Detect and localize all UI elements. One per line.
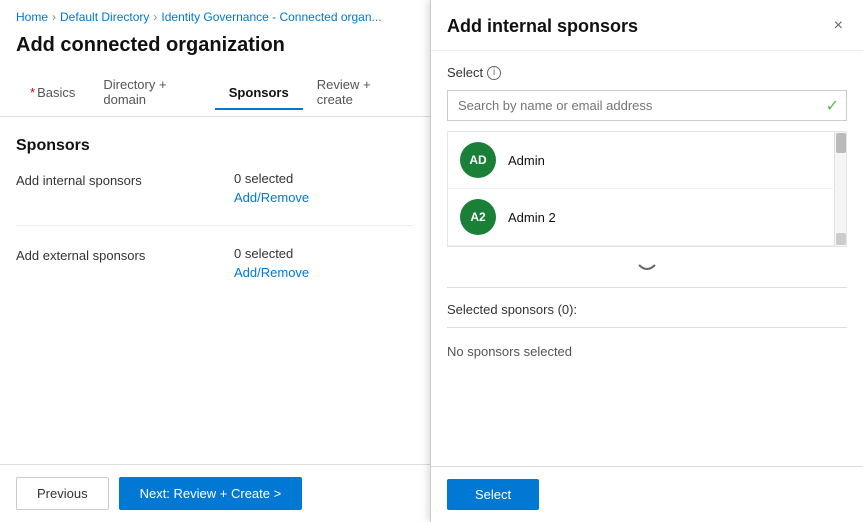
breadcrumb-home[interactable]: Home bbox=[16, 10, 48, 24]
content-area: Sponsors Add internal sponsors 0 selecte… bbox=[0, 117, 430, 464]
page-title: Add connected organization bbox=[0, 30, 430, 69]
external-sponsors-label: Add external sponsors bbox=[16, 246, 234, 263]
main-panel: Home › Default Directory › Identity Gove… bbox=[0, 0, 430, 522]
divider-top bbox=[447, 287, 847, 288]
user-avatar-a2: A2 bbox=[460, 199, 496, 235]
search-container: ✓ bbox=[447, 90, 847, 121]
modal-body: Select i ✓ AD Admin A2 Admin 2 bbox=[431, 51, 863, 466]
modal-panel: Add internal sponsors × Select i ✓ AD Ad… bbox=[430, 0, 863, 522]
tab-sponsors[interactable]: Sponsors bbox=[215, 77, 303, 110]
user-item-admin2[interactable]: A2 Admin 2 bbox=[448, 189, 846, 246]
user-name-admin2: Admin 2 bbox=[508, 210, 556, 225]
previous-button[interactable]: Previous bbox=[16, 477, 109, 510]
select-button[interactable]: Select bbox=[447, 479, 539, 510]
tab-basics[interactable]: *Basics bbox=[16, 77, 89, 110]
selected-sponsors-title: Selected sponsors (0): bbox=[447, 298, 847, 317]
external-sponsors-count: 0 selected bbox=[234, 246, 293, 261]
tab-review-create[interactable]: Review + create bbox=[303, 69, 414, 117]
scrollbar bbox=[834, 132, 846, 246]
modal-header: Add internal sponsors × bbox=[431, 0, 863, 51]
info-icon[interactable]: i bbox=[487, 66, 501, 80]
breadcrumb: Home › Default Directory › Identity Gove… bbox=[0, 0, 430, 30]
external-sponsors-add-remove[interactable]: Add/Remove bbox=[234, 265, 309, 280]
main-footer: Previous Next: Review + Create > bbox=[0, 464, 430, 522]
divider-bottom bbox=[447, 327, 847, 328]
select-label: Select bbox=[447, 65, 483, 80]
user-avatar-ad: AD bbox=[460, 142, 496, 178]
user-name-admin: Admin bbox=[508, 153, 545, 168]
tab-directory-domain[interactable]: Directory + domain bbox=[89, 69, 214, 117]
search-check-icon: ✓ bbox=[826, 96, 839, 116]
internal-sponsors-add-remove[interactable]: Add/Remove bbox=[234, 190, 309, 205]
search-input[interactable] bbox=[447, 90, 847, 121]
more-users-indicator bbox=[447, 257, 847, 277]
external-sponsors-row: Add external sponsors 0 selected Add/Rem… bbox=[16, 246, 414, 300]
next-button[interactable]: Next: Review + Create > bbox=[119, 477, 303, 510]
modal-title: Add internal sponsors bbox=[447, 16, 638, 37]
users-list: AD Admin A2 Admin 2 bbox=[447, 131, 847, 247]
breadcrumb-directory[interactable]: Default Directory bbox=[60, 10, 149, 24]
user-item-admin[interactable]: AD Admin bbox=[448, 132, 846, 189]
modal-footer: Select bbox=[431, 466, 863, 522]
internal-sponsors-row: Add internal sponsors 0 selected Add/Rem… bbox=[16, 171, 414, 226]
tab-bar: *Basics Directory + domain Sponsors Revi… bbox=[0, 69, 430, 117]
internal-sponsors-count: 0 selected bbox=[234, 171, 293, 186]
no-sponsors-text: No sponsors selected bbox=[447, 338, 847, 365]
internal-sponsors-label: Add internal sponsors bbox=[16, 171, 234, 188]
breadcrumb-current[interactable]: Identity Governance - Connected organ... bbox=[161, 10, 381, 24]
sponsors-section-title: Sponsors bbox=[16, 137, 414, 155]
close-button[interactable]: × bbox=[830, 14, 847, 38]
